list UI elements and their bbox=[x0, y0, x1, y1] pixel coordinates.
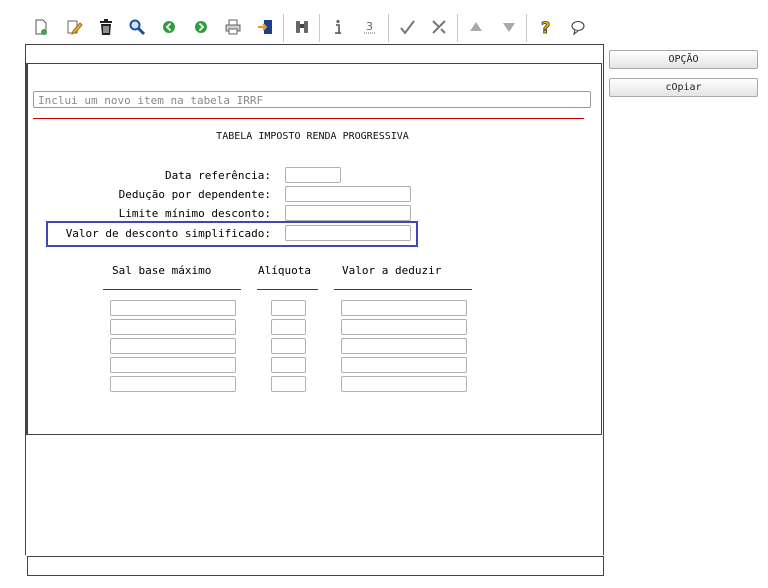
edit-icon[interactable] bbox=[63, 16, 85, 38]
copy-button[interactable]: cOpiar bbox=[609, 78, 758, 97]
aliquota-cell[interactable] bbox=[271, 319, 306, 335]
sal-base-cell[interactable] bbox=[110, 319, 236, 335]
aliquota-cell[interactable] bbox=[271, 300, 306, 316]
comment-icon[interactable] bbox=[567, 16, 589, 38]
svg-text:?: ? bbox=[541, 18, 550, 36]
desconto-simplificado-label: Valor de desconto simplificado: bbox=[65, 227, 271, 240]
valor-deduzir-cell[interactable] bbox=[341, 338, 467, 354]
valor-deduzir-cell[interactable] bbox=[341, 357, 467, 373]
aliquota-header: Alíquota bbox=[258, 264, 311, 277]
deducao-dependente-label: Dedução por dependente: bbox=[118, 188, 271, 201]
search-icon[interactable] bbox=[126, 16, 148, 38]
help-question-icon[interactable]: ? bbox=[535, 16, 557, 38]
sal-base-underline bbox=[103, 289, 241, 290]
limite-minimo-input[interactable] bbox=[285, 205, 411, 221]
new-document-icon[interactable] bbox=[30, 16, 52, 38]
red-separator bbox=[33, 118, 584, 119]
trash-icon[interactable] bbox=[95, 16, 117, 38]
cancel-icon[interactable] bbox=[428, 16, 450, 38]
data-referencia-label: Data referência: bbox=[165, 169, 271, 182]
form-title: TABELA IMPOSTO RENDA PROGRESSIVA bbox=[216, 131, 409, 142]
forward-icon[interactable] bbox=[190, 16, 212, 38]
toolbar: 3 ? bbox=[25, 10, 603, 46]
sal-base-cell[interactable] bbox=[110, 357, 236, 373]
sal-base-cell[interactable] bbox=[110, 300, 236, 316]
info-icon[interactable] bbox=[327, 16, 349, 38]
sal-base-cell[interactable] bbox=[110, 338, 236, 354]
back-icon[interactable] bbox=[158, 16, 180, 38]
svg-text:3: 3 bbox=[366, 20, 373, 33]
desconto-simplificado-input[interactable] bbox=[285, 225, 411, 241]
valor-deduzir-cell[interactable] bbox=[341, 319, 467, 335]
print-icon[interactable] bbox=[222, 16, 244, 38]
down-arrow-icon[interactable] bbox=[498, 16, 520, 38]
help-digit-icon[interactable]: 3 bbox=[359, 16, 381, 38]
bottom-bar bbox=[27, 556, 604, 576]
sal-base-header: Sal base máximo bbox=[112, 264, 212, 277]
option-button[interactable]: OPÇÃO bbox=[609, 50, 758, 69]
sal-base-cell[interactable] bbox=[110, 376, 236, 392]
valor-deduzir-cell[interactable] bbox=[341, 376, 467, 392]
confirm-check-icon[interactable] bbox=[396, 16, 418, 38]
aliquota-cell[interactable] bbox=[271, 338, 306, 354]
aliquota-underline bbox=[257, 289, 318, 290]
valor-deduzir-underline bbox=[334, 289, 472, 290]
exit-icon[interactable] bbox=[254, 16, 276, 38]
aliquota-cell[interactable] bbox=[271, 376, 306, 392]
binoculars-icon[interactable] bbox=[291, 16, 313, 38]
valor-deduzir-cell[interactable] bbox=[341, 300, 467, 316]
message-field: Inclui um novo item na tabela IRRF bbox=[33, 91, 591, 108]
limite-minimo-label: Limite mínimo desconto: bbox=[118, 207, 271, 220]
up-arrow-icon[interactable] bbox=[465, 16, 487, 38]
deducao-dependente-input[interactable] bbox=[285, 186, 411, 202]
valor-deduzir-header: Valor a deduzir bbox=[342, 264, 442, 277]
data-referencia-input[interactable] bbox=[285, 167, 341, 183]
aliquota-cell[interactable] bbox=[271, 357, 306, 373]
